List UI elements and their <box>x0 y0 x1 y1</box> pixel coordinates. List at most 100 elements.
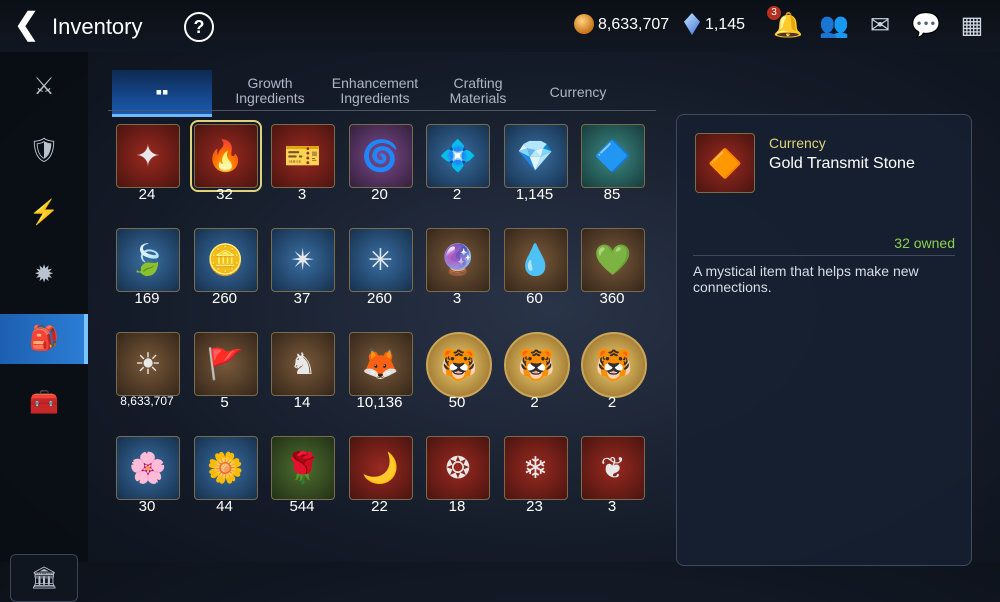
mail-icon[interactable]: ✉ <box>864 10 896 42</box>
item-count: 14 <box>293 394 311 411</box>
chest-icon: 🧰 <box>29 389 59 416</box>
item-icon: ✳ <box>348 228 413 292</box>
inventory-item[interactable]: 🚩 5 <box>192 330 258 420</box>
inventory-item[interactable]: 💧 60 <box>502 226 568 316</box>
inventory-item[interactable]: ✳ 260 <box>347 226 413 316</box>
item-icon: 🌀 <box>348 124 413 188</box>
tab-crafting-materials[interactable]: Crafting Materials <box>430 70 526 120</box>
item-icon: ❄ <box>503 436 568 500</box>
bag-icon: 🎒 <box>29 325 59 352</box>
inventory-item[interactable]: 🌸 30 <box>114 434 180 524</box>
inventory-item[interactable]: 🌼 44 <box>192 434 258 524</box>
item-icon: ☀ <box>116 332 180 396</box>
inventory-item[interactable]: 💎 1,145 <box>502 122 568 212</box>
inventory-item[interactable]: ✦ 24 <box>114 122 180 212</box>
item-icon: 💠 <box>426 124 490 188</box>
inventory-item[interactable]: ♞ 14 <box>269 330 335 420</box>
item-icon: 🦊 <box>348 332 413 396</box>
item-count: 2 <box>607 394 617 411</box>
item-icon: 🔷 <box>581 124 645 188</box>
item-icon: 🚩 <box>193 332 258 396</box>
inventory-item[interactable]: 🌙 22 <box>347 434 413 524</box>
sidebar-item-materials[interactable]: ✹ <box>0 250 88 300</box>
inventory-item[interactable]: 🐯 50 <box>424 330 492 420</box>
item-count: 169 <box>134 290 160 307</box>
item-count: 60 <box>526 290 543 307</box>
item-count: 30 <box>138 498 156 515</box>
item-icon: ❂ <box>426 436 490 500</box>
inventory-item[interactable]: ❦ 3 <box>579 434 645 524</box>
notification-badge: 3 <box>767 6 781 20</box>
item-count: 22 <box>371 498 388 515</box>
chat-icon[interactable]: 💬 <box>910 10 942 42</box>
item-count: 360 <box>599 290 625 307</box>
item-icon: 🐯 <box>503 332 570 398</box>
item-icon: ❦ <box>581 436 645 500</box>
item-count: 50 <box>448 394 466 411</box>
item-name: Gold Transmit Stone <box>769 155 915 172</box>
inventory-item[interactable]: ❄ 23 <box>502 434 568 524</box>
sidebar-item-artifacts[interactable]: ⚡ <box>0 188 88 238</box>
inventory-item[interactable]: 🎫 3 <box>269 122 335 212</box>
item-description: A mystical item that helps make new conn… <box>693 263 919 295</box>
inventory-item[interactable]: 🍃 169 <box>114 226 180 316</box>
item-icon: 🌼 <box>193 436 258 500</box>
inventory-item[interactable]: 🪙 260 <box>192 226 258 316</box>
tab-divider <box>108 110 656 111</box>
help-button[interactable]: ? <box>184 12 214 42</box>
inventory-item[interactable]: 🦊 10,136 <box>347 330 413 420</box>
item-icon: 🌸 <box>116 436 180 500</box>
item-count: 44 <box>216 498 233 515</box>
item-icon: 💚 <box>581 228 645 292</box>
item-count: 544 <box>289 498 315 515</box>
item-icon: 💧 <box>503 228 568 292</box>
crystal-amount: 1,145 <box>705 16 746 33</box>
menu-grid-icon[interactable]: ▦ <box>956 10 988 42</box>
top-bar: ❮ Inventory ? 8,633,707 1,145 🔔 3 👥 ✉ 💬 … <box>0 0 1000 52</box>
item-count: 3 <box>607 498 617 515</box>
item-count: 1,145 <box>515 186 554 203</box>
item-icon: 🌙 <box>348 436 413 500</box>
item-icon: 🪙 <box>193 228 258 292</box>
inventory-item[interactable]: ☀ 8,633,707 <box>114 330 180 420</box>
inventory-item[interactable]: 🔮 3 <box>424 226 490 316</box>
inventory-item[interactable]: ❂ 18 <box>424 434 490 524</box>
inventory-item[interactable]: 💚 360 <box>579 226 645 316</box>
tab-growth-ingredients[interactable]: Growth Ingredients <box>220 70 320 120</box>
inventory-item[interactable]: 🌹 544 <box>269 434 335 524</box>
item-count: 23 <box>526 498 543 515</box>
gold-amount: 8,633,707 <box>598 16 670 33</box>
inventory-item[interactable]: 💠 2 <box>424 122 490 212</box>
sidebar-item-items[interactable]: 🎒 <box>0 314 88 364</box>
item-count: 3 <box>452 290 462 307</box>
sidebar-item-chests[interactable]: 🧰 <box>0 378 88 428</box>
sidebar: ⚔ 🛡 ⚡ ✹ 🎒 🧰 🏛 <box>0 52 88 602</box>
page-title: Inventory <box>52 14 143 39</box>
inventory-item[interactable]: 🌀 20 <box>347 122 413 212</box>
sidebar-item-equipment[interactable]: ⚔ <box>0 62 88 112</box>
category-tabs: ▪▪ Growth Ingredients Enhancement Ingred… <box>108 70 656 117</box>
friends-icon[interactable]: 👥 <box>818 10 850 42</box>
item-icon: ♞ <box>271 332 335 396</box>
gold-icon <box>574 14 594 34</box>
tab-enhancement-ingredients[interactable]: Enhancement Ingredients <box>320 70 430 120</box>
tab-currency[interactable]: Currency <box>526 70 630 114</box>
divider <box>693 255 955 256</box>
inventory-item[interactable]: 🔥 32 <box>189 120 262 212</box>
item-icon: ✦ <box>116 124 180 188</box>
inventory-item[interactable]: ✴ 37 <box>269 226 335 316</box>
sidebar-item-defense[interactable]: 🛡 <box>0 126 88 176</box>
spiky-icon: ✹ <box>33 261 55 288</box>
item-icon: 💎 <box>503 124 568 188</box>
item-icon: 🌹 <box>271 436 335 500</box>
grid-icon: ▪▪ <box>155 82 169 102</box>
inventory-item[interactable]: 🐯 2 <box>502 330 570 420</box>
inventory-item[interactable]: 🐯 2 <box>579 330 647 420</box>
item-icon: 🐯 <box>426 332 492 398</box>
storage-button[interactable]: 🏛 <box>10 554 78 602</box>
back-button[interactable]: ❮ <box>14 10 46 42</box>
crystal-icon <box>684 13 700 35</box>
lightning-icon: ⚡ <box>29 199 59 226</box>
inventory-item[interactable]: 🔷 85 <box>579 122 645 212</box>
item-icon: 🔮 <box>426 228 490 292</box>
